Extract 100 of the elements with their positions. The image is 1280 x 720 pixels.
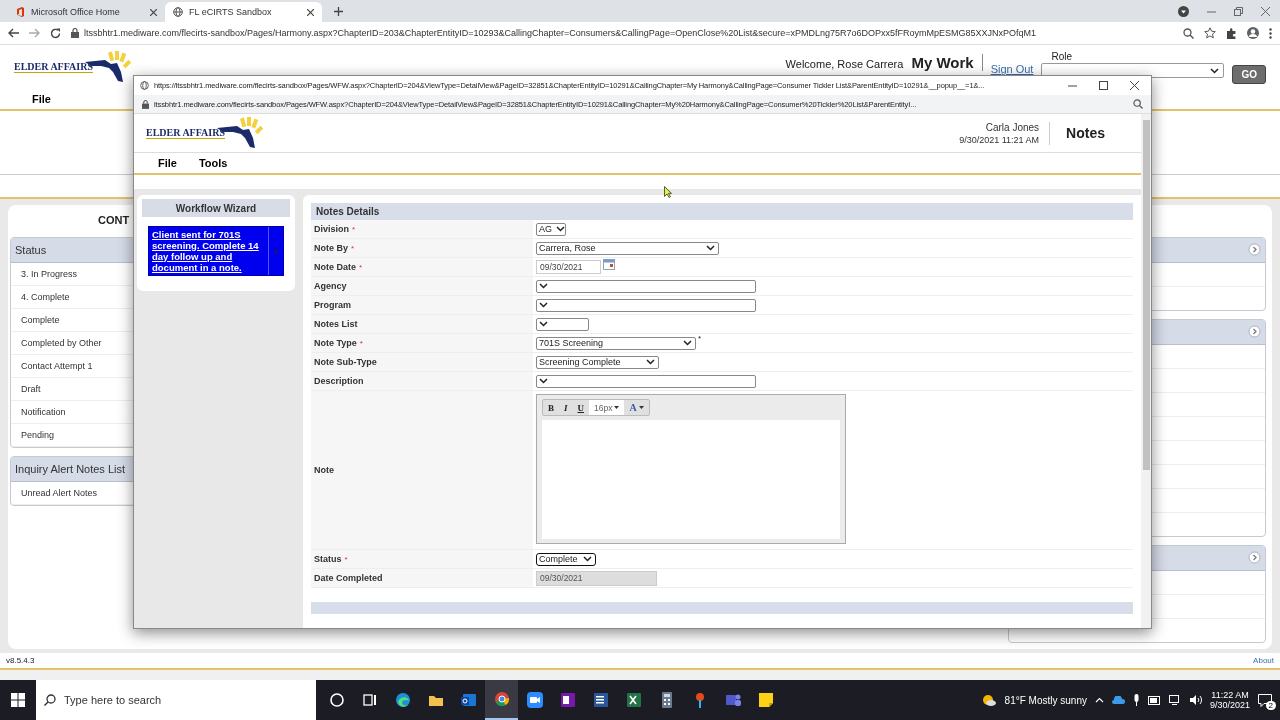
lock-icon [71, 28, 79, 39]
field-label: Agency [314, 281, 347, 291]
caret-icon [539, 321, 548, 327]
field-label: Division [314, 224, 349, 234]
field-label: Note Type [314, 338, 357, 348]
underline-button[interactable]: U [572, 400, 590, 415]
required-mark: * [359, 262, 363, 272]
caret-icon [646, 359, 655, 365]
dropdown[interactable] [536, 279, 756, 293]
section-header: Notes Details [311, 203, 1133, 220]
lock-icon [142, 99, 149, 109]
dropdown[interactable]: AG [536, 222, 566, 236]
required-mark: * [344, 554, 348, 564]
menu-item[interactable]: File [150, 157, 185, 169]
close-icon[interactable] [307, 8, 314, 16]
document-icon [591, 691, 610, 709]
windows-start-icon[interactable] [11, 693, 25, 707]
caret-icon [556, 226, 565, 232]
font-size-dropdown[interactable]: 16px [589, 400, 625, 415]
calendar-icon[interactable] [603, 259, 615, 270]
required-mark: * [352, 224, 356, 234]
close-icon[interactable] [1261, 6, 1270, 16]
search-icon [44, 694, 56, 706]
caret-icon [638, 406, 644, 409]
italic-button[interactable]: I [559, 400, 573, 415]
microphone-icon[interactable] [1132, 694, 1140, 706]
menu-item[interactable]: Tools [190, 157, 236, 169]
battery-icon[interactable] [1147, 695, 1161, 705]
puzzle-icon[interactable] [1226, 27, 1237, 39]
date-time: 9/30/2021 11:21 AM [959, 134, 1040, 145]
browser-tab[interactable]: Microsoft Office Home [8, 2, 165, 22]
about-link[interactable]: About [1253, 655, 1274, 665]
chevron-circle-icon[interactable] [1248, 551, 1261, 565]
video-camera-icon [525, 691, 544, 709]
address-bar[interactable]: ltssbhtr1.mediware.com/flecirts-sandbox/Pages/Harmony.aspx?ChapterID=203&ChapterEntityID=10293&CallingChapter=Consumers&CallingPage=OpenClose%20List&secure=xPMDLng75R7o6DOPxx5fFRoymMpESMG85XXJNxPOfqM1 [71, 28, 1173, 39]
menu-item[interactable]: File [24, 92, 59, 105]
field-label: Notes List [314, 319, 358, 329]
speaker-icon[interactable] [1189, 695, 1202, 705]
field-label: Program [314, 300, 351, 310]
required-mark: * [351, 243, 355, 253]
user-name: Carla Jones [985, 121, 1040, 133]
taskbar-button[interactable] [485, 680, 518, 720]
globe-icon [173, 7, 183, 17]
date-field: 09/30/2021 [536, 570, 657, 586]
globe-icon [140, 81, 149, 90]
reload-icon[interactable] [50, 27, 61, 39]
bold-button[interactable]: B [543, 400, 559, 415]
caret-icon [683, 340, 692, 346]
dropdown[interactable]: Complete [536, 552, 596, 566]
go-button[interactable]: GO [1232, 65, 1266, 85]
role-label: Role [1050, 51, 1073, 63]
version-text: v8.5.4.3 [6, 655, 35, 665]
notebook-icon [558, 691, 577, 709]
weather-text[interactable]: 81°F Mostly sunny [1004, 694, 1087, 706]
dropdown[interactable] [536, 317, 589, 331]
clock[interactable]: 11:22 AM 9/30/2021 [1209, 690, 1250, 710]
dropdown-circle-icon[interactable] [1178, 5, 1189, 17]
avatar-icon[interactable] [1247, 27, 1259, 40]
restore-icon[interactable] [1234, 6, 1243, 16]
swirl-icon [393, 691, 412, 709]
scrollbar[interactable] [1141, 114, 1151, 628]
sun-cloud-icon [980, 693, 997, 707]
sign-out-link[interactable]: Sign Out [990, 63, 1034, 76]
caret-icon [539, 302, 548, 308]
dropdown[interactable] [536, 298, 756, 312]
search-field[interactable]: Type here to search [36, 680, 316, 720]
date-field[interactable]: 09/30/2021 [536, 260, 601, 274]
mail-icon [459, 691, 478, 709]
dropdown[interactable]: 701S Screening [536, 336, 696, 350]
back-arrow-icon[interactable] [8, 28, 19, 39]
more-icon[interactable] [1269, 27, 1272, 39]
zoom-icon[interactable] [1133, 99, 1143, 109]
caret-icon [706, 245, 715, 251]
network-icon[interactable] [1168, 695, 1182, 705]
field-label: Note Sub-Type [314, 357, 377, 367]
field-label: Status [314, 554, 342, 564]
text-color-button[interactable]: A [624, 400, 649, 415]
cursor-icon [664, 186, 672, 198]
plus-icon[interactable] [334, 7, 343, 16]
page-title: My Work [911, 54, 983, 72]
field-label: Note [314, 465, 334, 475]
chevron-up-icon[interactable] [1094, 697, 1104, 703]
chevron-circle-icon[interactable] [1248, 243, 1261, 257]
dropdown[interactable] [536, 374, 756, 388]
dropdown[interactable]: Screening Complete [536, 355, 659, 369]
office-icon [16, 7, 25, 17]
caret-icon [539, 283, 548, 289]
cloud-icon[interactable] [1111, 696, 1125, 704]
zoom-icon[interactable] [1183, 27, 1194, 39]
notification-icon[interactable] [1258, 693, 1272, 707]
star-icon[interactable] [1204, 27, 1216, 40]
close-icon[interactable] [1130, 81, 1139, 90]
browser-tab[interactable]: FL eCIRTS Sandbox [165, 2, 322, 22]
welcome-text: Welcome, Rose Carrera [785, 58, 904, 71]
chevron-circle-icon[interactable] [1248, 325, 1261, 339]
text-editor[interactable]: B I U 16px A [536, 394, 846, 544]
maximize-icon[interactable] [1099, 81, 1108, 90]
dropdown[interactable]: Carrera, Rose [536, 241, 719, 255]
field-label: Note Date [314, 262, 356, 272]
close-icon[interactable] [150, 8, 157, 16]
